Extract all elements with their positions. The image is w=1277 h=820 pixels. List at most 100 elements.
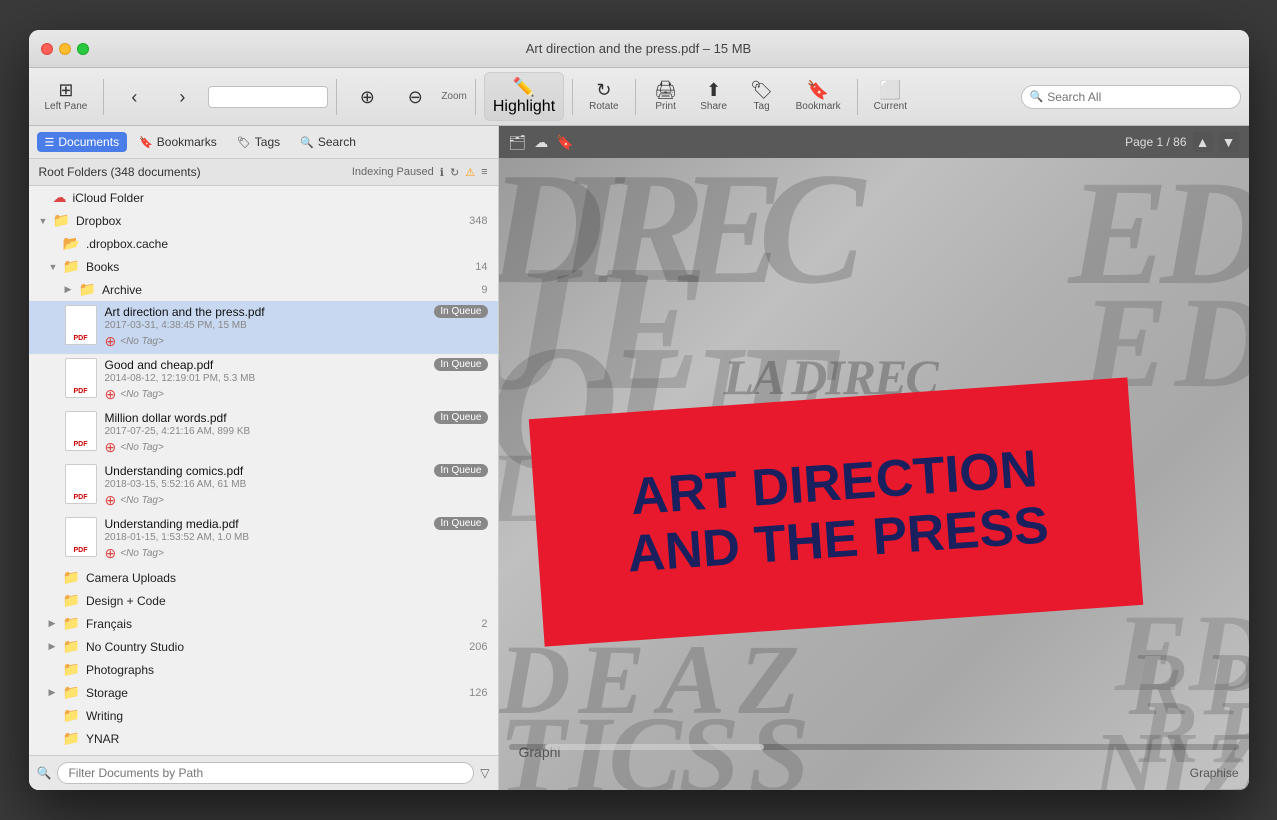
dropbox-count: 348: [469, 215, 487, 227]
file-item-understanding-comics[interactable]: Understanding comics.pdf 2018-03-15, 5:5…: [29, 460, 498, 513]
file-item-good-cheap[interactable]: Good and cheap.pdf 2014-08-12, 12:19:01 …: [29, 354, 498, 407]
toolbar-separator-5: [635, 79, 636, 115]
file-info: Understanding comics.pdf 2018-03-15, 5:5…: [105, 464, 427, 509]
search-input[interactable]: [1047, 90, 1231, 104]
current-view-button[interactable]: ⬜ Current: [866, 77, 915, 116]
sidebar-item-photographs[interactable]: 📁 Photographs: [29, 658, 498, 681]
warning-icon: ⚠: [465, 166, 475, 179]
add-tag-icon[interactable]: ⊕: [105, 492, 117, 509]
file-tag-row: ⊕ <No Tag>: [105, 333, 427, 350]
menu-icon[interactable]: ≡: [481, 166, 487, 178]
sidebar-item-icloud[interactable]: ☁ iCloud Folder: [29, 186, 498, 209]
page-up-button[interactable]: ▲: [1193, 132, 1213, 152]
file-meta: 2014-08-12, 12:19:01 PM, 5.3 MB: [105, 373, 427, 384]
viewer-toolbar-left: 🗂 ☁ 🔖: [509, 134, 574, 151]
in-queue-badge: In Queue: [434, 464, 487, 477]
sidebar-item-ynar[interactable]: 📁 YNAR: [29, 727, 498, 750]
add-tag-icon[interactable]: ⊕: [105, 545, 117, 562]
highlight-button[interactable]: ✏️ Highlight: [484, 72, 564, 121]
books-label: Books: [86, 260, 475, 274]
share-icon: ⬆: [706, 81, 721, 99]
sidebar-item-writing[interactable]: 📁 Writing: [29, 704, 498, 727]
expand-arrow-storage: ▶: [49, 687, 59, 698]
tab-bookmarks-label: Bookmarks: [157, 135, 217, 149]
bottom-text-2: Graphise: [1190, 766, 1239, 780]
navigate-back-button[interactable]: ‹: [112, 84, 156, 110]
cover-background: D I R E C J E Q U E L A D E: [499, 158, 1249, 790]
sidebar-item-camera[interactable]: 📁 Camera Uploads: [29, 566, 498, 589]
folder-books-icon: 📁: [63, 258, 80, 275]
tab-bookmarks[interactable]: 🔖 Bookmarks: [131, 132, 225, 152]
left-pane-button[interactable]: ⊞ Left Pane: [37, 77, 96, 116]
pdf-viewer: 🗂 ☁ 🔖 Page 1 / 86 ▲ ▼ D: [499, 126, 1249, 790]
folder-nocountry-icon: 📁: [63, 638, 80, 655]
filter-search-icon: 🔍: [37, 766, 52, 780]
folder-photographs-icon: 📁: [63, 661, 80, 678]
viewer-toolbar-right: Page 1 / 86 ▲ ▼: [1125, 132, 1238, 152]
viewer-cloud-icon[interactable]: ☁: [534, 134, 548, 151]
sidebar-item-storage[interactable]: ▶ 📁 Storage 126: [29, 681, 498, 704]
file-row: Good and cheap.pdf 2014-08-12, 12:19:01 …: [65, 358, 488, 403]
tag-button[interactable]: 🏷 Tag: [740, 77, 784, 116]
sidebar-item-dropbox-cache[interactable]: 📂 .dropbox.cache: [29, 232, 498, 255]
file-item-understanding-media[interactable]: Understanding media.pdf 2018-01-15, 1:53…: [29, 513, 498, 566]
tab-search-label: Search: [318, 135, 356, 149]
file-meta: 2017-03-31, 4:38:45 PM, 15 MB: [105, 320, 427, 331]
filter-input[interactable]: [57, 762, 474, 784]
viewer-bookmark-viewer-icon[interactable]: 🔖: [556, 134, 573, 151]
bookmark-button[interactable]: 🔖 Bookmark: [788, 77, 849, 116]
zoom-out-icon: ⊖: [408, 88, 423, 106]
pdf-page[interactable]: D I R E C J E Q U E L A D E: [499, 158, 1249, 790]
books-count: 14: [475, 261, 487, 273]
in-queue-badge: In Queue: [434, 517, 487, 530]
folder-ynar-icon: 📁: [63, 730, 80, 747]
expand-arrow-nocountry: ▶: [49, 641, 59, 652]
info-icon[interactable]: ℹ: [440, 166, 444, 179]
forward-icon: ›: [179, 88, 185, 106]
expand-arrow-dropbox: ▼: [39, 216, 49, 226]
search-icon: 🔍: [1030, 90, 1044, 103]
page-down-button[interactable]: ▼: [1219, 132, 1239, 152]
sidebar-item-archive[interactable]: ▶ 📁 Archive 9: [29, 278, 498, 301]
file-item-art-direction[interactable]: Art direction and the press.pdf 2017-03-…: [29, 301, 498, 354]
sidebar-list[interactable]: ☁ iCloud Folder ▼ 📁 Dropbox 348 📂 .dropb…: [29, 186, 498, 755]
sidebar-item-nocountry[interactable]: ▶ 📁 No Country Studio 206: [29, 635, 498, 658]
tab-tags[interactable]: 🏷 Tags: [229, 132, 288, 152]
file-row: Understanding media.pdf 2018-01-15, 1:53…: [65, 517, 488, 562]
bookmark-icon: 🔖: [807, 81, 829, 99]
add-tag-icon[interactable]: ⊕: [105, 386, 117, 403]
sidebar-item-design[interactable]: 📁 Design + Code: [29, 589, 498, 612]
zoom-in-button[interactable]: ⊕: [345, 84, 389, 110]
sidebar-item-francais[interactable]: ▶ 📁 Français 2: [29, 612, 498, 635]
file-name: Art direction and the press.pdf: [105, 305, 427, 319]
documents-tab-icon: ☰: [45, 136, 55, 149]
minimize-button[interactable]: [59, 43, 71, 55]
file-meta: 2018-01-15, 1:53:52 AM, 1.0 MB: [105, 532, 427, 543]
navigate-forward-button[interactable]: ›: [160, 84, 204, 110]
add-tag-icon[interactable]: ⊕: [105, 333, 117, 350]
folder-dropbox-icon: 📁: [53, 212, 70, 229]
rotate-button[interactable]: ↻ Rotate: [581, 77, 626, 116]
search-documents-field[interactable]: 🔍: [1021, 85, 1241, 109]
sidebar-item-books[interactable]: ▼ 📁 Books 14: [29, 255, 498, 278]
print-button[interactable]: 🖨 Print: [644, 77, 688, 116]
tab-documents[interactable]: ☰ Documents: [37, 132, 128, 152]
filter-options-icon[interactable]: ▽: [480, 766, 489, 780]
nocountry-label: No Country Studio: [86, 640, 469, 654]
refresh-icon[interactable]: ↻: [450, 166, 459, 179]
share-button[interactable]: ⬆ Share: [692, 77, 736, 116]
file-item-million-dollar[interactable]: Million dollar words.pdf 2017-07-25, 4:2…: [29, 407, 498, 460]
add-tag-icon[interactable]: ⊕: [105, 439, 117, 456]
horizontal-scrollbar[interactable]: [509, 744, 1239, 750]
tab-search[interactable]: 🔍 Search: [292, 132, 364, 152]
file-info: Million dollar words.pdf 2017-07-25, 4:2…: [105, 411, 427, 456]
viewer-folder-icon[interactable]: 🗂: [509, 134, 527, 151]
sidebar-item-dropbox[interactable]: ▼ 📁 Dropbox 348: [29, 209, 498, 232]
file-info: Understanding media.pdf 2018-01-15, 1:53…: [105, 517, 427, 562]
navigate-field[interactable]: [208, 86, 328, 108]
zoom-out-button[interactable]: ⊖: [393, 84, 437, 110]
icloud-label: iCloud Folder: [73, 191, 488, 205]
fullscreen-button[interactable]: [77, 43, 89, 55]
close-button[interactable]: [41, 43, 53, 55]
red-banner: ART DIRECTION AND THE PRESS: [529, 378, 1143, 647]
